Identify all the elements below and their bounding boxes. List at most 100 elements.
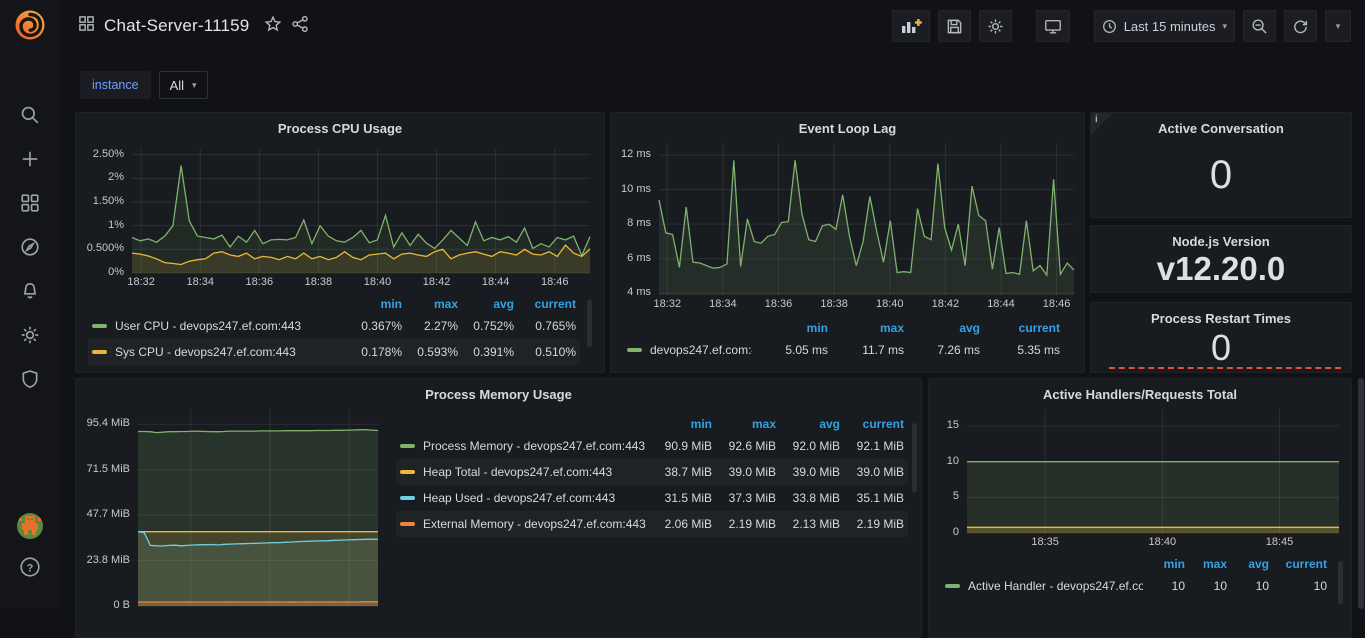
grafana-logo[interactable] (13, 8, 47, 42)
search-icon[interactable] (15, 100, 45, 130)
refresh-button[interactable] (1284, 10, 1317, 42)
legend-swatch (627, 348, 642, 352)
y-axis-tick: 12 ms (617, 148, 651, 160)
legend-value: 0.765% (514, 319, 576, 333)
legend-header-min[interactable]: min (752, 321, 828, 335)
legend-header-max[interactable]: max (712, 417, 776, 431)
legend-swatch (92, 324, 107, 328)
variable-value-dropdown[interactable]: All ▾ (159, 71, 208, 99)
legend-header-min[interactable]: min (1143, 557, 1185, 571)
legend-header-max[interactable]: max (1185, 557, 1227, 571)
legend-swatch (400, 496, 415, 500)
y-axis-tick: 0% (82, 266, 124, 278)
cpu-legend: minmaxavgcurrent User CPU - devops247.ef.… (88, 295, 580, 365)
legend-header-min[interactable]: min (346, 297, 402, 311)
legend-value: 90.9 MiB (648, 439, 712, 453)
memory-chart[interactable]: 0 B23.8 MiB47.7 MiB71.5 MiB95.4 MiB (82, 409, 382, 622)
panel-title[interactable]: Active Conversation (1091, 117, 1351, 140)
time-range-label: Last 15 minutes (1124, 19, 1216, 34)
panel-active-conversation: i Active Conversation 0 (1090, 112, 1352, 218)
legend-value: 31.5 MiB (648, 491, 712, 505)
sidebar: ? (0, 0, 60, 609)
star-icon[interactable] (264, 15, 282, 38)
legend-label[interactable]: External Memory - devops247.ef.com:443 (423, 517, 646, 531)
legend-label[interactable]: devops247.ef.com:443 (650, 343, 752, 357)
panel-title[interactable]: Process Memory Usage (76, 383, 921, 406)
legend-row[interactable]: Heap Used - devops247.ef.com:443 31.5 MiB… (396, 485, 908, 511)
legend-row[interactable]: User CPU - devops247.ef.com:4430.367%2.2… (88, 313, 580, 339)
legend-label[interactable]: Sys CPU - devops247.ef.com:443 (115, 345, 296, 359)
legend-header-current[interactable]: current (514, 297, 576, 311)
legend-value: 92.0 MiB (776, 439, 840, 453)
refresh-interval-dropdown[interactable]: ▾ (1325, 10, 1351, 42)
y-axis-tick: 23.8 MiB (82, 554, 130, 566)
panel-title[interactable]: Active Handlers/Requests Total (929, 383, 1351, 406)
legend-header-avg[interactable]: avg (1227, 557, 1269, 571)
variable-label[interactable]: instance (80, 71, 151, 99)
legend-value: 2.19 MiB (840, 517, 904, 531)
legend-row[interactable]: External Memory - devops247.ef.com:443 2.… (396, 511, 908, 537)
save-dashboard-button[interactable] (938, 10, 971, 42)
legend-header-current[interactable]: current (980, 321, 1060, 335)
dashboard-settings-button[interactable] (979, 10, 1012, 42)
legend-label[interactable]: Process Memory - devops247.ef.com:443 (423, 439, 645, 453)
legend-value: 10 (1269, 579, 1327, 593)
dashboard-title[interactable]: Chat-Server-11159 (104, 16, 249, 36)
legend-header-min[interactable]: min (648, 417, 712, 431)
legend-header-avg[interactable]: avg (904, 321, 980, 335)
legend-scrollbar[interactable] (587, 299, 592, 347)
legend-scrollbar[interactable] (912, 423, 917, 493)
legend-row[interactable]: Sys CPU - devops247.ef.com:4430.178%0.59… (88, 339, 580, 365)
legend-label[interactable]: Active Handler - devops247.ef.com:443 (968, 579, 1143, 593)
legend-value: 38.7 MiB (648, 465, 712, 479)
y-axis-tick: 6 ms (617, 252, 651, 264)
time-range-picker[interactable]: Last 15 minutes ▾ (1094, 10, 1235, 42)
panel-title[interactable]: Process CPU Usage (76, 117, 604, 140)
chevron-down-icon: ▾ (192, 80, 197, 91)
legend-label[interactable]: Heap Total - devops247.ef.com:443 (423, 465, 612, 479)
svg-text:?: ? (27, 562, 34, 574)
legend-header-avg[interactable]: avg (776, 417, 840, 431)
legend-scrollbar[interactable] (1338, 561, 1343, 605)
cpu-chart[interactable]: 0%0.500%1%1.50%2%2.50%18:3218:3418:3618:… (82, 149, 594, 289)
x-axis-tick: 18:40 (870, 298, 910, 310)
legend-value: 0.593% (402, 345, 458, 359)
event-loop-legend: minmaxavgcurrentdevops247.ef.com:4435.05… (623, 319, 1064, 363)
handlers-chart[interactable]: 05101518:3518:4018:45 (937, 409, 1343, 549)
user-avatar[interactable] (0, 512, 60, 540)
x-axis-tick: 18:40 (1142, 536, 1182, 548)
legend-label[interactable]: User CPU - devops247.ef.com:443 (115, 319, 301, 333)
panel-process-restart-times: Process Restart Times 0 (1090, 302, 1352, 373)
x-axis-tick: 18:38 (814, 298, 854, 310)
panel-event-loop-lag: Event Loop Lag 4 ms6 ms8 ms10 ms12 ms18:… (610, 112, 1085, 373)
alerting-bell-icon[interactable] (15, 276, 45, 306)
admin-shield-icon[interactable] (15, 364, 45, 394)
page-scrollbar[interactable] (1357, 52, 1365, 609)
legend-header-current[interactable]: current (1269, 557, 1327, 571)
help-icon[interactable]: ? (0, 556, 60, 578)
add-panel-button[interactable] (892, 10, 930, 42)
legend-header-row: minmaxavgcurrent (623, 319, 1064, 337)
legend-row[interactable]: Process Memory - devops247.ef.com:44390.… (396, 433, 908, 459)
explore-icon[interactable] (15, 232, 45, 262)
legend-row[interactable]: devops247.ef.com:4435.05 ms11.7 ms7.26 m… (623, 337, 1064, 363)
legend-row[interactable]: Heap Total - devops247.ef.com:443 38.7 Mi… (396, 459, 908, 485)
chevron-down-icon: ▾ (1336, 21, 1341, 32)
legend-header-max[interactable]: max (402, 297, 458, 311)
cycle-view-mode-button[interactable] (1036, 10, 1070, 42)
legend-row[interactable]: Active Handler - devops247.ef.com:443101… (941, 573, 1331, 599)
legend-header-avg[interactable]: avg (458, 297, 514, 311)
dashboard-squares-icon[interactable] (78, 15, 95, 37)
legend-label[interactable]: Heap Used - devops247.ef.com:443 (423, 491, 615, 505)
zoom-out-button[interactable] (1243, 10, 1276, 42)
panel-title[interactable]: Event Loop Lag (611, 117, 1084, 140)
legend-header-current[interactable]: current (840, 417, 904, 431)
configuration-gear-icon[interactable] (15, 320, 45, 350)
create-icon[interactable] (15, 144, 45, 174)
dashboards-icon[interactable] (15, 188, 45, 218)
legend-swatch (400, 522, 415, 526)
event-loop-chart[interactable]: 4 ms6 ms8 ms10 ms12 ms18:3218:3418:3618:… (617, 143, 1078, 311)
y-axis-tick: 8 ms (617, 217, 651, 229)
legend-header-max[interactable]: max (828, 321, 904, 335)
share-icon[interactable] (291, 15, 309, 38)
